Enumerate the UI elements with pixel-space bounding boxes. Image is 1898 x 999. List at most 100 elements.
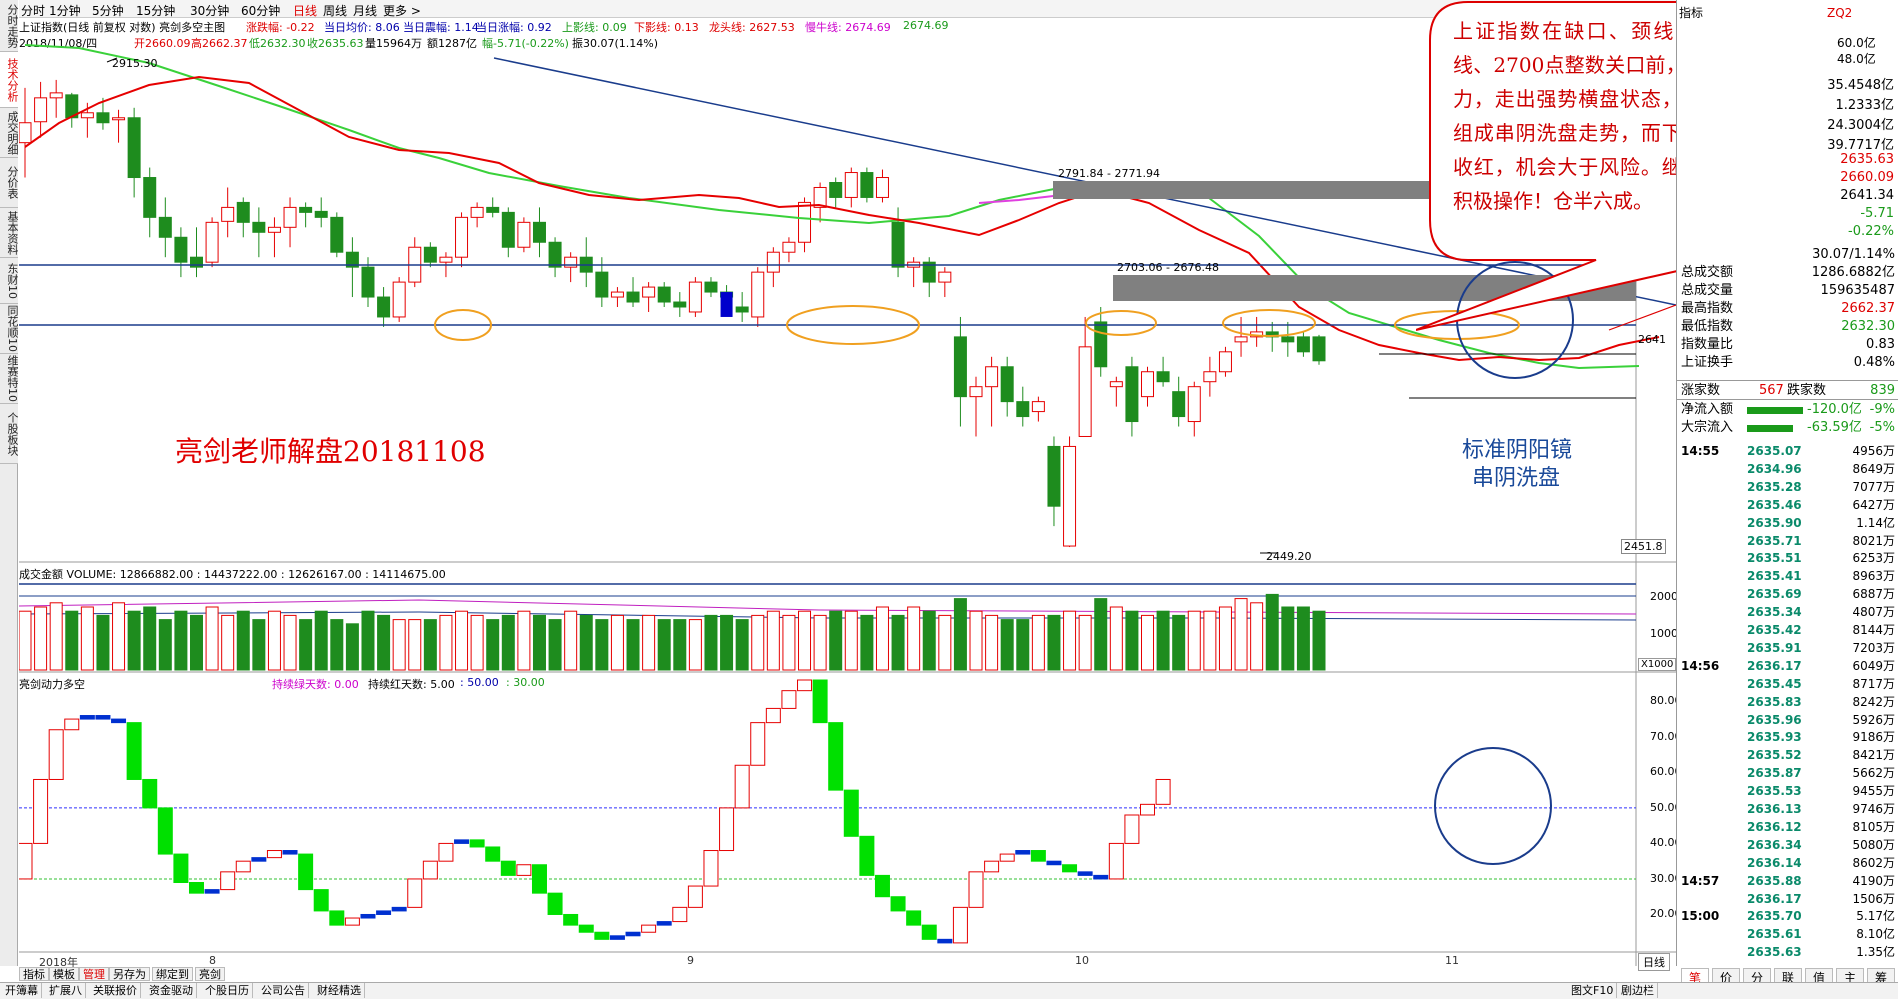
flow-row: 大宗流入 -63.59亿 -5% xyxy=(1677,420,1898,436)
candle xyxy=(532,207,546,258)
candle xyxy=(564,252,578,283)
indicator-tab-1[interactable]: 模板 xyxy=(49,967,79,981)
indicator-tab-3[interactable]: 另存为 xyxy=(109,967,150,981)
sidebar-tab-5[interactable]: 东财10 xyxy=(0,258,18,304)
price-value: 2660.09 xyxy=(1840,170,1894,185)
stat-row: 指数量比 0.83 xyxy=(1677,337,1898,353)
candle xyxy=(1203,356,1217,397)
volume-bar xyxy=(985,614,999,671)
indicator-bar xyxy=(843,789,859,837)
tick-volume: 1.35亿 xyxy=(1856,945,1895,960)
indicator-bar xyxy=(984,860,1000,873)
candle xyxy=(252,207,266,258)
indicator-bar xyxy=(1155,778,1171,805)
candle xyxy=(1172,376,1186,427)
sidebar-tab-8[interactable]: 个股板块 xyxy=(0,404,18,464)
indicator-bar xyxy=(1046,860,1062,866)
tick-volume: 7203万 xyxy=(1852,640,1895,655)
indicator-bar xyxy=(282,850,298,855)
candle xyxy=(985,356,999,427)
teacher-label: 亮剑老师解盘20181108 xyxy=(175,435,486,468)
tick-volume: 9746万 xyxy=(1852,802,1895,816)
indicator-bar xyxy=(329,910,345,926)
indicator-bar xyxy=(376,910,392,915)
tick-volume: 7077万 xyxy=(1852,479,1895,494)
volume-bar xyxy=(1016,619,1030,671)
x-axis-label: 8 xyxy=(209,954,216,967)
stat-row: 30.07/1.14% xyxy=(1677,247,1898,263)
indicator-bar xyxy=(1108,842,1124,880)
volume-bar xyxy=(1109,606,1123,671)
flow-pct: -5% xyxy=(1869,420,1895,435)
volume-bar xyxy=(688,619,702,671)
tick-price: 2635.96 xyxy=(1747,712,1802,727)
flow-bar xyxy=(1747,407,1803,414)
volume-bar xyxy=(299,619,313,671)
status-tab-2[interactable]: 关联报价 xyxy=(90,983,141,998)
indicator-bar xyxy=(126,722,142,780)
sidebar-tab-6[interactable]: 同花顺10 xyxy=(0,304,18,354)
volume-bar xyxy=(486,619,500,671)
updown-row: 涨家数 567 跌家数 839 xyxy=(1677,380,1898,400)
tick-price: 2635.42 xyxy=(1747,623,1802,637)
candle xyxy=(501,207,515,258)
indicator-bar xyxy=(33,778,49,844)
tick-price: 2635.88 xyxy=(1747,873,1802,888)
candle xyxy=(470,202,484,228)
status-right-tab-0[interactable]: 图文F10 xyxy=(1568,983,1618,998)
tick-volume: 8144万 xyxy=(1852,623,1895,637)
stat-row: 总成交额 1286.6882亿 xyxy=(1677,265,1898,281)
volume-bar xyxy=(798,610,812,671)
status-tab-3[interactable]: 资金驱动 xyxy=(146,983,197,998)
status-right-tab-1[interactable]: 剧边栏 xyxy=(1618,983,1658,998)
flow-bar xyxy=(1747,425,1793,432)
sidebar-tab-7[interactable]: 维赛特10 xyxy=(0,354,18,404)
flow-pct: -9% xyxy=(1869,402,1895,417)
tick-price: 2635.51 xyxy=(1747,551,1802,566)
sidebar-tab-2[interactable]: 成交明细 xyxy=(0,108,18,158)
sidebar-tab-4[interactable]: 基本资料 xyxy=(0,208,18,258)
indicator-tab-5[interactable]: 亮剑 xyxy=(195,967,225,981)
status-tab-0[interactable]: 开簿幕 xyxy=(2,983,42,998)
tick-row: 2635.52 8421万 xyxy=(1677,746,1898,764)
stat-row: 总成交量 159635487 xyxy=(1677,283,1898,299)
red-days-label: 持续红天数: 5.00 xyxy=(368,678,455,691)
tick-row: 2635.42 8144万 xyxy=(1677,621,1898,639)
tick-volume: 5926万 xyxy=(1852,712,1895,727)
status-tab-5[interactable]: 公司公告 xyxy=(258,983,309,998)
sidebar-tab-3[interactable]: 分价表 xyxy=(0,158,18,208)
stat-row: 最高指数 2662.37 xyxy=(1677,301,1898,317)
tick-row: 2635.61 8.10亿 xyxy=(1677,925,1898,943)
stock-code: ZQ2 xyxy=(1827,6,1853,20)
price-value: -5.71 xyxy=(1860,206,1894,221)
volume-bar xyxy=(345,623,359,671)
indicator-panel-label: 亮剑动力多空 xyxy=(19,678,85,691)
indicator-bar xyxy=(111,718,127,724)
volume-bar xyxy=(969,610,983,671)
candle xyxy=(938,267,952,298)
high-price-label: 2915.30 xyxy=(112,57,158,70)
volume-bar xyxy=(1187,610,1201,671)
indicator-bar xyxy=(594,931,610,940)
candle xyxy=(65,92,79,128)
volume-bar xyxy=(891,614,905,671)
flow-value: -120.0亿 xyxy=(1807,402,1862,417)
indicator-tab-4[interactable]: 绑定到 xyxy=(152,967,193,981)
tick-volume: 8421万 xyxy=(1852,748,1895,763)
indicator-tab-0[interactable]: 指标 xyxy=(19,967,49,981)
volume-panel-label: 成交金额 VOLUME: 12866882.00 : 14437222.00 :… xyxy=(19,568,446,581)
tick-row: 15:00 2635.70 5.17亿 xyxy=(1677,907,1898,925)
status-tab-6[interactable]: 财经精选 xyxy=(314,983,365,998)
sidebar-tab-0[interactable]: 分时走势 xyxy=(0,0,18,52)
candle xyxy=(49,79,63,118)
sidebar-tab-1[interactable]: 技术分析 xyxy=(0,52,18,108)
status-tab-1[interactable]: 扩展八 xyxy=(46,983,86,998)
candle xyxy=(1187,381,1201,437)
indicator-bar xyxy=(220,871,236,891)
volume-bar xyxy=(1218,606,1232,671)
tick-price: 2635.70 xyxy=(1747,909,1802,924)
indicator-tab-2[interactable]: 管理 xyxy=(79,967,109,981)
status-tab-4[interactable]: 个股日历 xyxy=(202,983,253,998)
stat-label: 指数量比 xyxy=(1681,337,1734,352)
candle xyxy=(221,187,235,238)
